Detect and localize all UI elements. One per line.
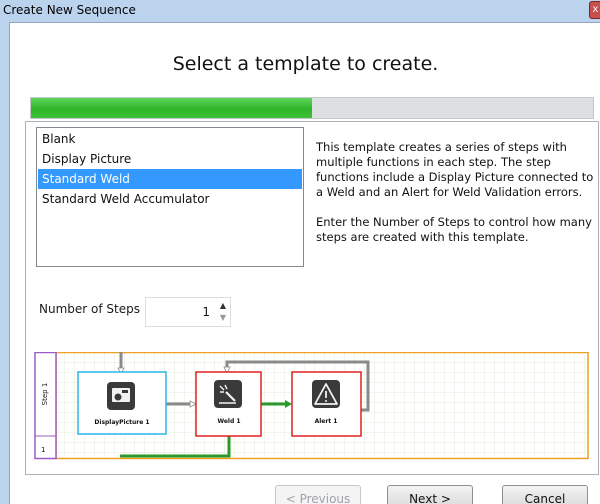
spin-up-icon[interactable]: ▲ — [220, 301, 226, 310]
wizard-progress-bar — [30, 97, 594, 119]
number-of-steps-label: Number of Steps — [39, 302, 140, 316]
previous-button[interactable]: < Previous — [275, 485, 361, 504]
dialog-content: Select a template to create. Blank Displ… — [9, 22, 600, 504]
title-bar: Create New Sequence x — [0, 0, 600, 22]
close-button[interactable]: x — [589, 1, 600, 19]
node-alert-label: Alert 1 — [314, 418, 338, 425]
template-description: This template creates a series of steps … — [316, 140, 596, 245]
cancel-button[interactable]: Cancel — [502, 485, 588, 504]
list-item-blank[interactable]: Blank — [38, 129, 302, 149]
list-item-display-picture[interactable]: Display Picture — [38, 149, 302, 169]
list-item-standard-weld[interactable]: Standard Weld — [38, 169, 302, 189]
step-number: 1 — [41, 446, 46, 454]
sequence-diagram: Step 1 1 DisplayPicture 1 Weld 1 Alert 1 — [34, 352, 589, 466]
template-panel: Blank Display Picture Standard Weld Stan… — [25, 121, 599, 475]
window-title: Create New Sequence — [3, 3, 136, 17]
dialog-window: Create New Sequence x Select a template … — [0, 0, 600, 504]
progress-fill — [31, 98, 312, 118]
node-weld-label: Weld 1 — [217, 418, 241, 425]
diagram-canvas — [34, 352, 589, 460]
number-of-steps-value[interactable]: 1 — [202, 305, 210, 319]
page-heading: Select a template to create. — [172, 53, 439, 75]
description-paragraph-2: Enter the Number of Steps to control how… — [316, 215, 592, 244]
list-item-standard-weld-accumulator[interactable]: Standard Weld Accumulator — [38, 189, 302, 209]
next-button[interactable]: Next > — [387, 485, 473, 504]
step-label: Step 1 — [41, 382, 49, 406]
node-display-picture-label: DisplayPicture 1 — [94, 419, 150, 426]
description-paragraph-1: This template creates a series of steps … — [316, 140, 594, 199]
template-list[interactable]: Blank Display Picture Standard Weld Stan… — [36, 127, 304, 267]
spin-down-icon[interactable]: ▼ — [220, 313, 226, 322]
number-of-steps-stepper[interactable]: 1 ▲ ▼ — [145, 297, 231, 327]
